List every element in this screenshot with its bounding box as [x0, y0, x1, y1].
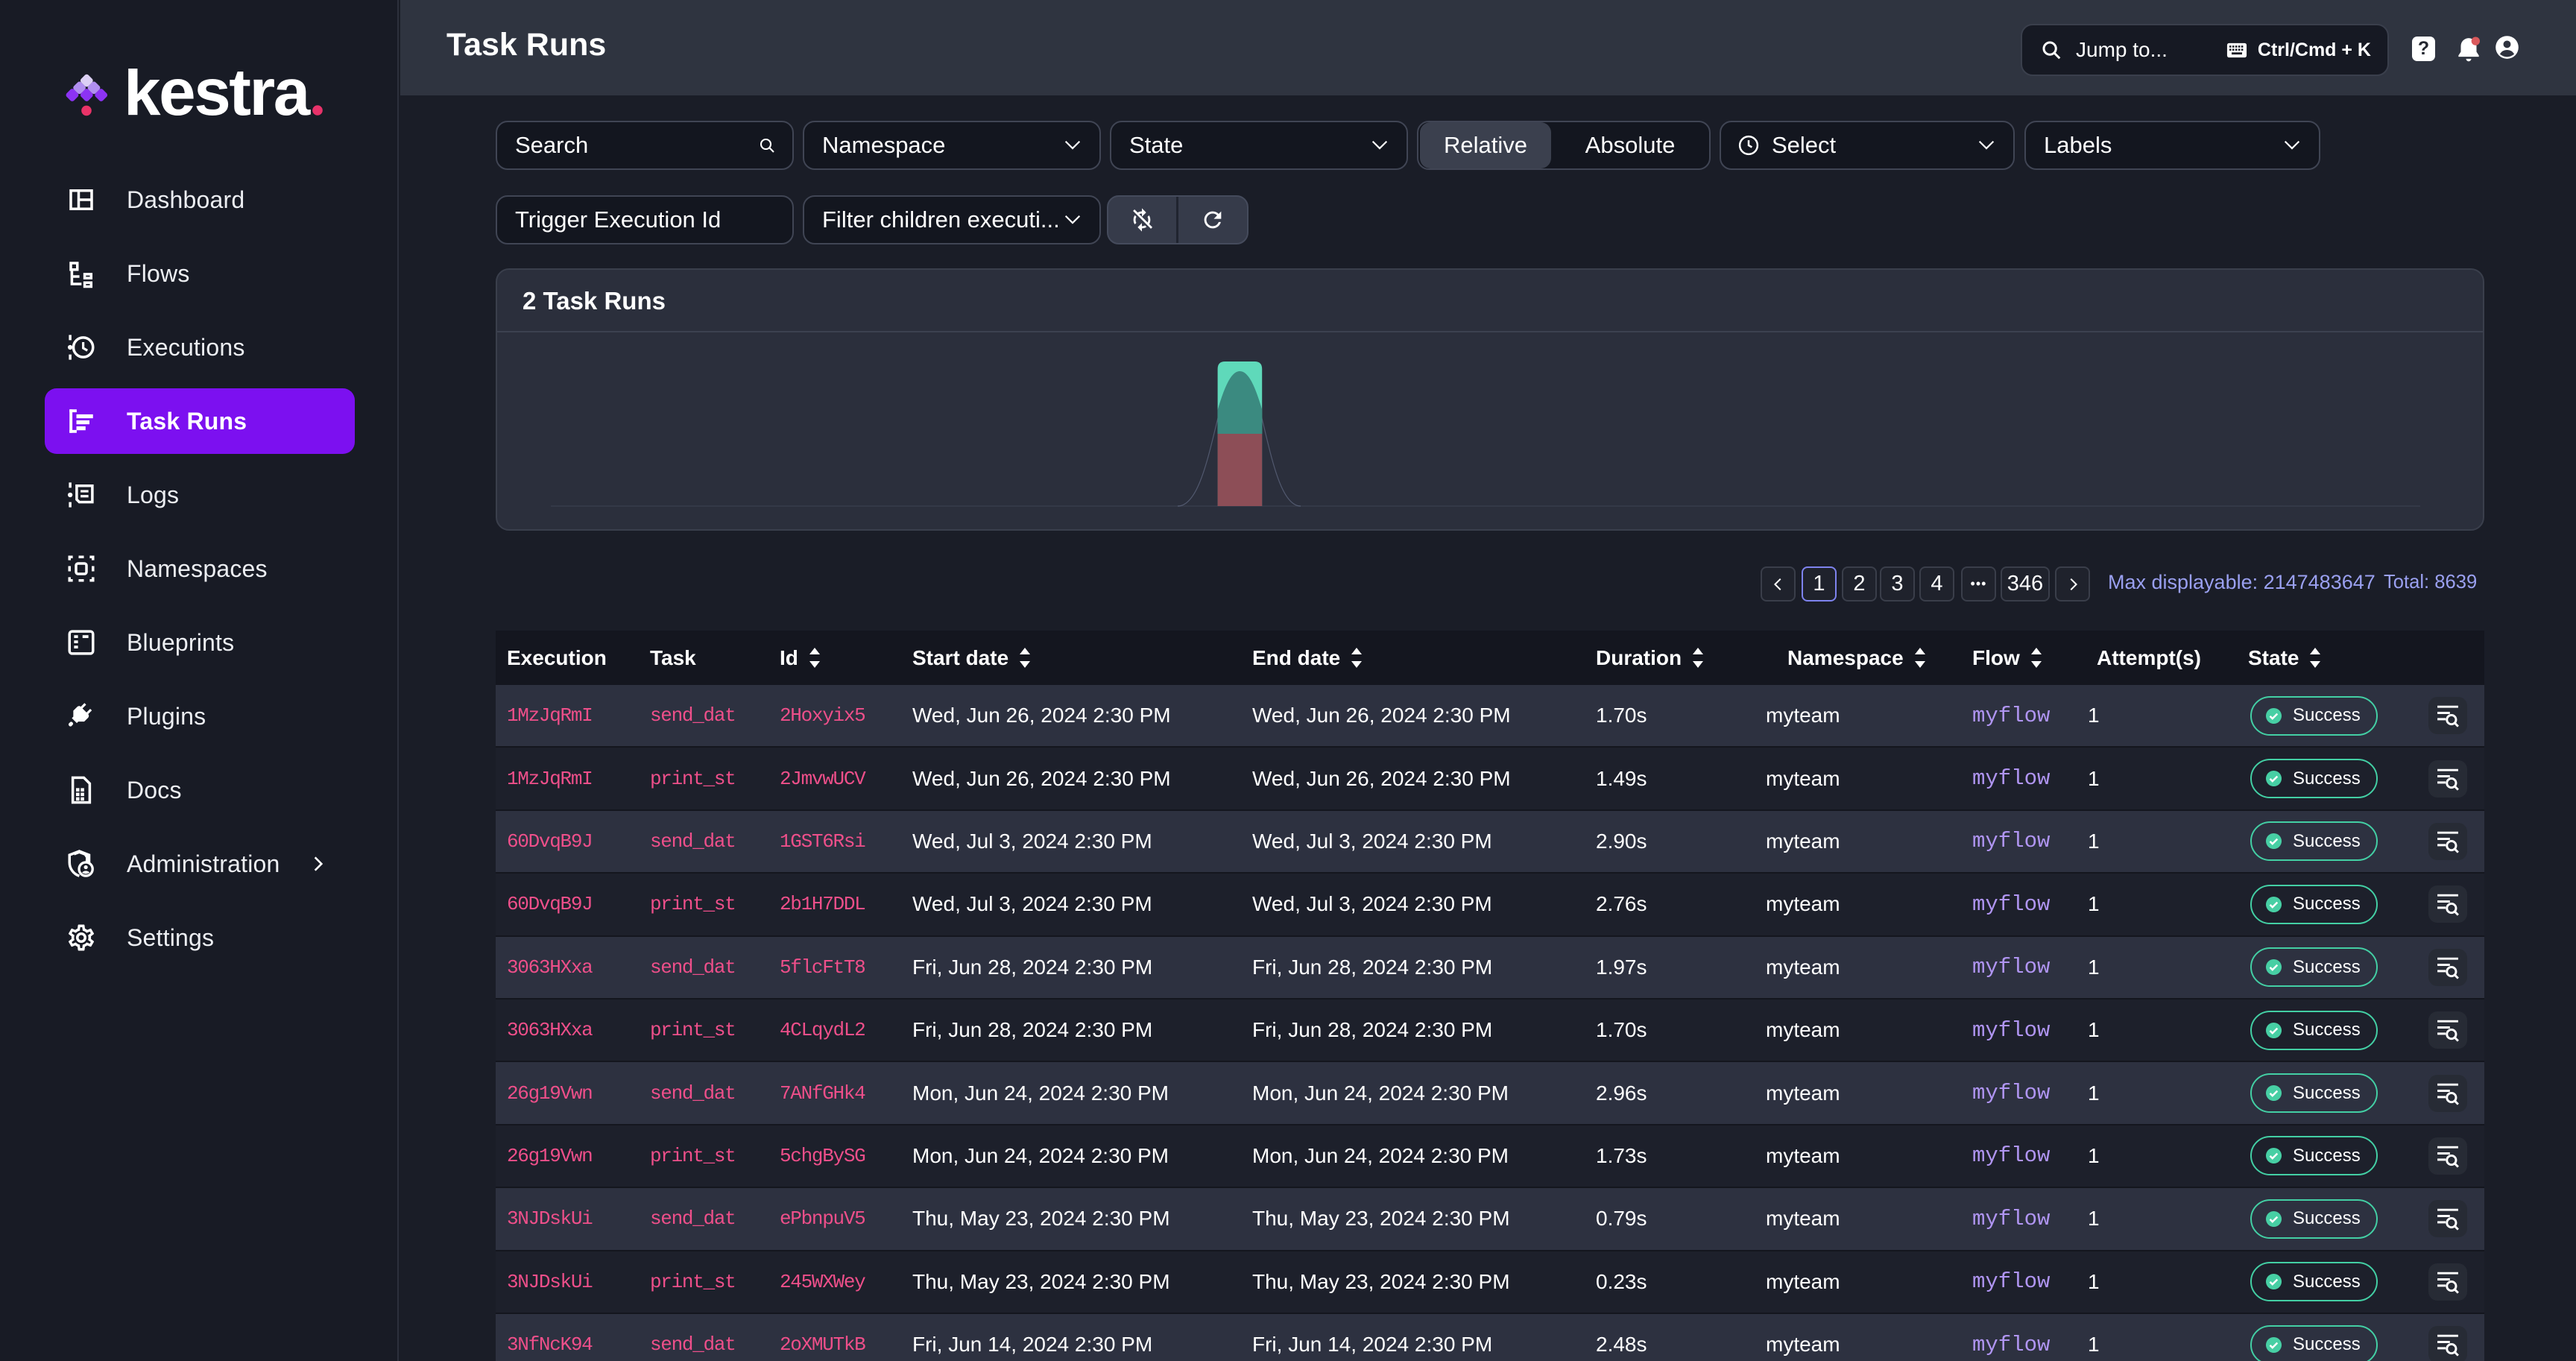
svg-text:kestra: kestra — [124, 69, 312, 122]
